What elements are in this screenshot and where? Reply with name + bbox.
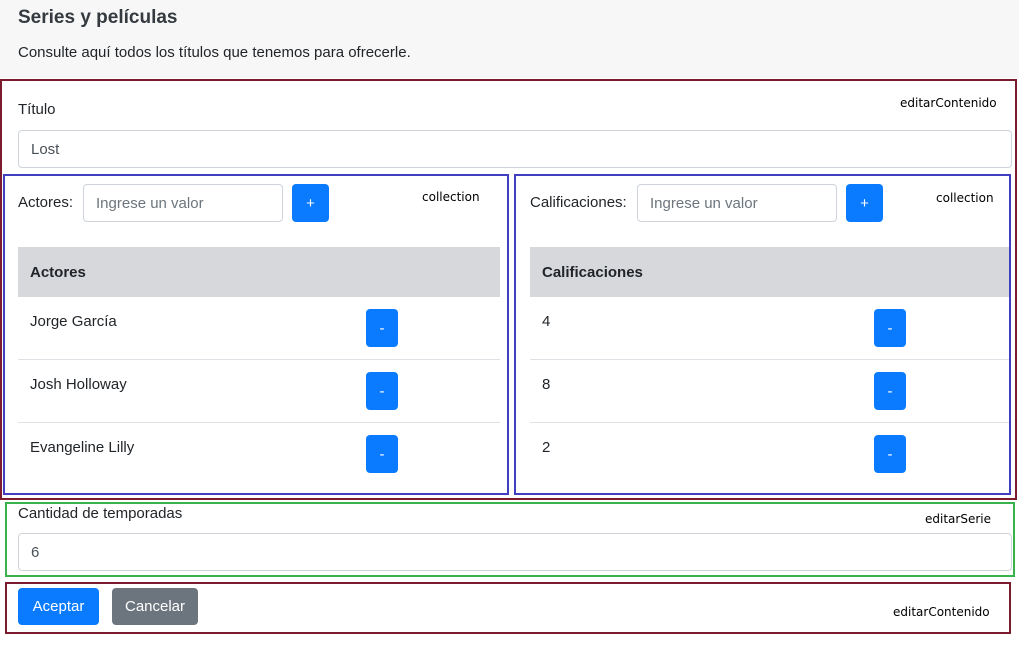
calificaciones-remove-button[interactable]: -: [874, 435, 906, 473]
calificaciones-remove-button[interactable]: -: [874, 372, 906, 410]
accept-button[interactable]: Aceptar: [18, 588, 99, 625]
calificaciones-row-value: 4: [542, 313, 551, 330]
page-subtitle: Consulte aquí todos los títulos que tene…: [18, 44, 411, 61]
actores-collection-tag: collection: [422, 190, 480, 204]
table-divider: [530, 359, 1009, 360]
cancel-button[interactable]: Cancelar: [112, 588, 198, 625]
editar-serie-tag: editarSerie: [925, 512, 991, 526]
temporadas-input[interactable]: 6: [18, 533, 1012, 571]
actores-table-header: Actores: [18, 247, 500, 297]
actores-remove-button[interactable]: -: [366, 435, 398, 473]
calificaciones-table-header: Calificaciones: [530, 247, 1009, 297]
calificaciones-label: Calificaciones:: [530, 194, 627, 211]
calificaciones-row-value: 2: [542, 439, 551, 456]
calificaciones-input[interactable]: Ingrese un valor: [637, 184, 837, 222]
table-divider: [18, 422, 500, 423]
table-divider: [18, 359, 500, 360]
actores-row-name: Evangeline Lilly: [30, 439, 135, 456]
calificaciones-add-button[interactable]: +: [846, 184, 883, 222]
calificaciones-collection-frame: [514, 174, 1011, 495]
calificaciones-remove-button[interactable]: -: [874, 309, 906, 347]
page-title: Series y películas: [18, 7, 178, 28]
actores-row-name: Josh Holloway: [30, 376, 127, 393]
calificaciones-row-value: 8: [542, 376, 551, 393]
page-header: Series y películas Consulte aquí todos l…: [0, 0, 1019, 78]
footer-tag: editarContenido: [893, 605, 990, 619]
temporadas-label: Cantidad de temporadas: [18, 505, 183, 522]
actores-remove-button[interactable]: -: [366, 309, 398, 347]
actores-remove-button[interactable]: -: [366, 372, 398, 410]
titulo-input[interactable]: Lost: [18, 130, 1012, 168]
table-divider: [530, 422, 1009, 423]
calificaciones-collection-tag: collection: [936, 191, 994, 205]
actores-label: Actores:: [18, 194, 74, 211]
actores-row-name: Jorge García: [30, 313, 117, 330]
actores-input[interactable]: Ingrese un valor: [83, 184, 283, 222]
editar-contenido-tag: editarContenido: [900, 96, 997, 110]
titulo-label: Título: [18, 101, 56, 118]
actores-add-button[interactable]: +: [292, 184, 329, 222]
